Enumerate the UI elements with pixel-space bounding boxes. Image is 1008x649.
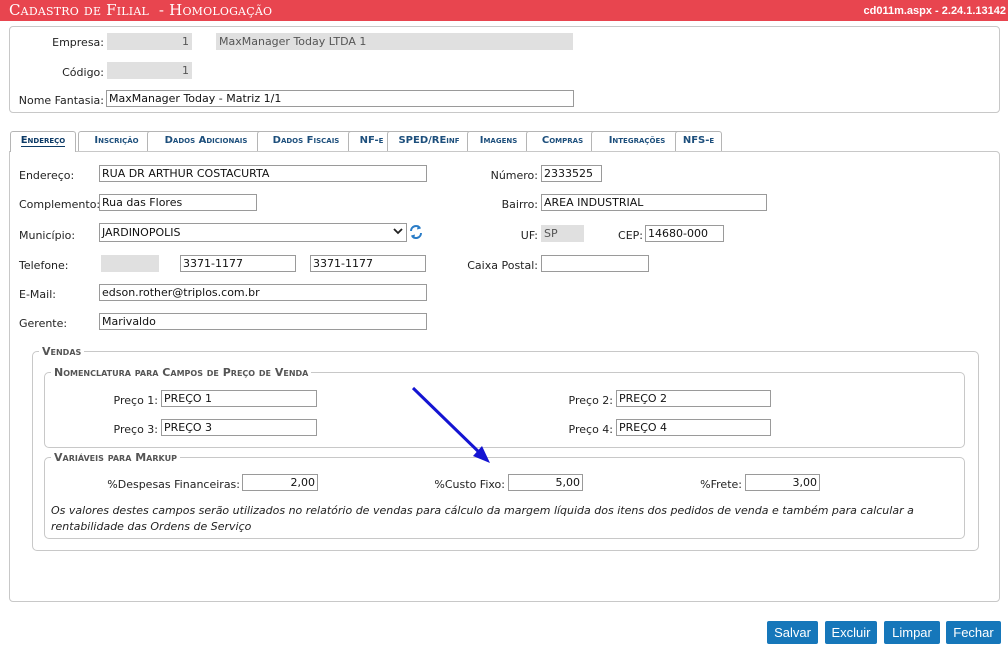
numero-label: Número: (490, 169, 538, 182)
refresh-icon[interactable] (409, 224, 423, 240)
tab-integracoes[interactable]: Integrações (591, 131, 683, 151)
email-label: E-Mail: (19, 288, 56, 301)
tab-endereco[interactable]: Endereço (10, 131, 76, 152)
preco4-input[interactable]: PREÇO 4 (616, 419, 771, 436)
tab-dados-adicionais[interactable]: Dados Adicionais (147, 131, 265, 151)
preco1-input[interactable]: PREÇO 1 (161, 390, 317, 407)
municipio-select[interactable]: JARDINOPOLIS (99, 223, 407, 242)
codigo-field: 1 (107, 62, 192, 79)
cep-input[interactable]: 14680-000 (645, 225, 724, 242)
preco3-input[interactable]: PREÇO 3 (161, 419, 317, 436)
complemento-label: Complemento: (19, 198, 101, 211)
caixa-postal-label: Caixa Postal: (467, 259, 538, 272)
caixa-postal-input[interactable] (541, 255, 649, 272)
telefone-label: Telefone: (19, 259, 69, 272)
custo-fixo-input[interactable]: 5,00 (508, 474, 583, 491)
nome-fantasia-input[interactable]: MaxManager Today - Matriz 1/1 (106, 90, 574, 107)
window-title: Cadastro de Filial - Homologação (9, 1, 273, 19)
tab-compras[interactable]: Compras (526, 131, 599, 151)
codigo-label: Código: (62, 66, 104, 79)
annotation-arrow (411, 386, 490, 463)
preco1-label: Preço 1: (113, 394, 158, 407)
nomenclatura-legend: Nomenclatura para Campos de Preço de Ven… (54, 366, 309, 379)
tab-nfse[interactable]: NFS-e (675, 131, 722, 151)
title-bar: Cadastro de Filial - Homologação cd011m.… (0, 0, 1008, 21)
salvar-button[interactable]: Salvar (767, 621, 818, 644)
gerente-input[interactable]: Marivaldo (99, 313, 427, 330)
tab-imagens[interactable]: Imagens (467, 131, 530, 151)
gerente-label: Gerente: (19, 317, 68, 330)
empresa-name-field: MaxManager Today LTDA 1 (216, 33, 573, 50)
despesas-financeiras-label: %Despesas Financeiras: (107, 478, 240, 491)
municipio-selected-value: JARDINOPOLIS (102, 226, 181, 239)
fechar-button[interactable]: Fechar (946, 621, 1001, 644)
tab-inscricao[interactable]: Inscrição (78, 131, 155, 151)
bairro-input[interactable]: AREA INDUSTRIAL (541, 194, 767, 211)
endereco-input[interactable]: RUA DR ARTHUR COSTACURTA (99, 165, 427, 182)
complemento-input[interactable]: Rua das Flores (99, 194, 257, 211)
tab-dados-fiscais[interactable]: Dados Fiscais (257, 131, 355, 151)
bairro-label: Bairro: (501, 198, 538, 211)
uf-field: SP (541, 225, 584, 242)
nome-fantasia-label: Nome Fantasia: (18, 94, 104, 107)
municipio-label: Município: (19, 229, 76, 242)
vendas-legend: Vendas (42, 345, 82, 358)
preco2-label: Preço 2: (568, 394, 613, 407)
empresa-label: Empresa: (52, 36, 104, 49)
frete-input[interactable]: 3,00 (745, 474, 820, 491)
endereco-label: Endereço: (19, 169, 75, 182)
markup-legend: Variáveis para Markup (54, 451, 177, 464)
numero-input[interactable]: 2333525 (541, 165, 602, 182)
despesas-financeiras-input[interactable]: 2,00 (242, 474, 318, 491)
empresa-code-field: 1 (107, 33, 192, 50)
page-version: cd011m.aspx - 2.24.1.13142 (863, 5, 1007, 17)
chevron-down-icon (393, 226, 403, 240)
custo-fixo-label: %Custo Fixo: (434, 478, 505, 491)
frete-label: %Frete: (700, 478, 742, 491)
email-input[interactable]: edson.rother@triplos.com.br (99, 284, 427, 301)
telefone-ddd-field (101, 255, 159, 272)
preco3-label: Preço 3: (113, 423, 158, 436)
tab-sped-reinf[interactable]: SPED/REinf (387, 131, 471, 151)
uf-label: UF: (520, 229, 538, 242)
preco2-input[interactable]: PREÇO 2 (616, 390, 771, 407)
telefone-1-input[interactable]: 3371-1177 (180, 255, 296, 272)
telefone-2-input[interactable]: 3371-1177 (310, 255, 426, 272)
preco4-label: Preço 4: (568, 423, 613, 436)
markup-note: Os valores destes campos serão utilizado… (51, 504, 914, 533)
limpar-button[interactable]: Limpar (884, 621, 940, 644)
excluir-button[interactable]: Excluir (825, 621, 877, 644)
cep-label: CEP: (618, 229, 643, 242)
